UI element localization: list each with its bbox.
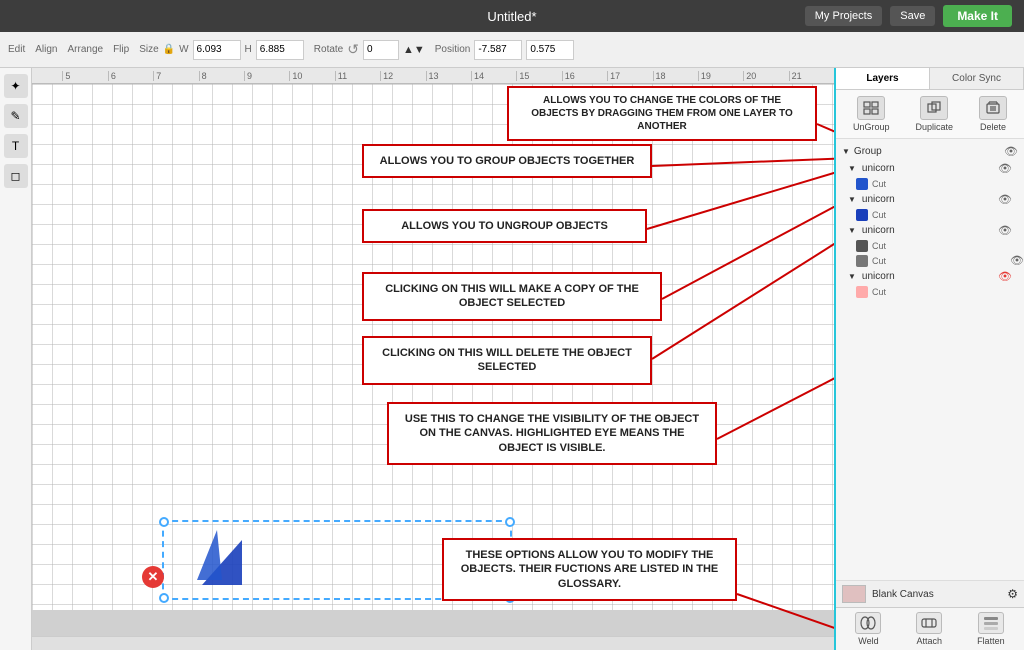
group-visibility-icon[interactable]: 👁 — [1004, 145, 1018, 158]
select-tool-icon[interactable]: ✦ — [4, 74, 28, 98]
canvas-label: Blank Canvas — [872, 589, 934, 600]
delete-icon — [979, 96, 1007, 120]
layer-sub-2: Cut — [836, 208, 1024, 222]
layer-list: ▼ Group 👁 ▼ unicorn 👁 Cut ▼ unicorn 👁 — [836, 139, 1024, 580]
bottom-action-row: Weld Attach — [836, 607, 1024, 650]
color-sync-tab[interactable]: Color Sync — [930, 68, 1024, 89]
height-input[interactable] — [256, 40, 304, 60]
delete-button[interactable]: Delete — [979, 96, 1007, 132]
selection-handle-tr[interactable] — [505, 517, 515, 527]
position-label: Position — [435, 44, 471, 55]
left-sidebar: ✦ ✎ T ◻ — [0, 68, 32, 650]
pos-x-input[interactable] — [474, 40, 522, 60]
app-title: Untitled* — [487, 9, 536, 24]
layer-visibility-icon-4[interactable]: 👁 — [998, 270, 1012, 283]
duplicate-icon — [920, 96, 948, 120]
annotation-group: ALLOWS YOU TO GROUP OBJECTS TOGETHER — [362, 144, 652, 178]
right-panel: Layers Color Sync UnGroup — [834, 68, 1024, 650]
weld-button[interactable]: Weld — [855, 612, 881, 646]
flip-label: Flip — [113, 44, 129, 55]
flatten-icon — [978, 612, 1004, 634]
layer-sub-1: Cut — [836, 177, 1024, 191]
annotation-delete: CLICKING ON THIS WILL DELETE THE OBJECT … — [362, 336, 652, 385]
annotation-colors-drag: ALLOWS YOU TO CHANGE THE COLORS OF THE O… — [507, 86, 817, 141]
canvas-settings-icon[interactable]: ⚙ — [1007, 587, 1018, 601]
toolbar: Edit Align Arrange Flip Size 🔒 W H Rotat… — [0, 32, 1024, 68]
arrange-label: Arrange — [67, 44, 103, 55]
layer-visibility-icon-3b[interactable]: 👁 — [1010, 254, 1024, 267]
list-item[interactable]: ▼ unicorn 👁 — [836, 268, 1024, 285]
layer-visibility-icon-1[interactable]: 👁 — [998, 162, 1012, 175]
annotation-visibility: USE THIS TO CHANGE THE VISIBILITY OF THE… — [387, 402, 717, 465]
rotate-label: Rotate — [314, 44, 343, 55]
canvas-label-row: Blank Canvas ⚙ — [836, 580, 1024, 607]
pos-y-input[interactable] — [526, 40, 574, 60]
list-item[interactable]: ▼ unicorn 👁 — [836, 191, 1024, 208]
panel-tabs: Layers Color Sync — [836, 68, 1024, 90]
width-label: W — [179, 44, 188, 55]
ungroup-icon — [857, 96, 885, 120]
layer-sub-4: Cut — [836, 285, 1024, 299]
save-button[interactable]: Save — [890, 6, 935, 26]
duplicate-button[interactable]: Duplicate — [915, 96, 953, 132]
ungroup-button[interactable]: UnGroup — [853, 96, 890, 132]
annotation-duplicate: CLICKING ON THIS WILL MAKE A COPY OF THE… — [362, 272, 662, 321]
layer-sub-3b: Cut 👁 — [836, 253, 1024, 268]
ruler: 5 6 7 8 9 10 11 12 13 14 15 16 17 18 19 … — [32, 68, 834, 84]
flatten-button[interactable]: Flatten — [977, 612, 1005, 646]
shape-tool-icon[interactable]: ◻ — [4, 164, 28, 188]
canvas-area: 5 6 7 8 9 10 11 12 13 14 15 16 17 18 19 … — [32, 68, 834, 650]
canvas-inner: ✕ ↺ ALLOWS YOU TO CHANGE THE COLORS OF T… — [32, 84, 834, 650]
attach-icon — [916, 612, 942, 634]
weld-icon — [855, 612, 881, 634]
action-row: UnGroup Duplicate — [836, 90, 1024, 139]
width-input[interactable] — [193, 40, 241, 60]
layer-visibility-icon-2[interactable]: 👁 — [998, 193, 1012, 206]
draw-tool-icon[interactable]: ✎ — [4, 104, 28, 128]
horizontal-scrollbar[interactable] — [32, 636, 834, 650]
make-it-button[interactable]: Make It — [943, 5, 1012, 27]
edit-label: Edit — [8, 44, 25, 55]
selection-handle-bl[interactable] — [159, 593, 169, 603]
list-item[interactable]: ▼ unicorn 👁 — [836, 222, 1024, 239]
annotation-modify: THESE OPTIONS ALLOW YOU TO MODIFY THE OB… — [442, 538, 737, 601]
layers-tab[interactable]: Layers — [836, 68, 930, 89]
attach-button[interactable]: Attach — [916, 612, 942, 646]
my-projects-button[interactable]: My Projects — [805, 6, 882, 26]
text-tool-icon[interactable]: T — [4, 134, 28, 158]
main-area: ✦ ✎ T ◻ 5 6 7 8 9 10 11 12 13 14 15 16 1… — [0, 68, 1024, 650]
size-label: Size — [139, 44, 158, 55]
layer-sub-3a: Cut — [836, 239, 1024, 253]
height-label: H — [245, 44, 252, 55]
align-label: Align — [35, 44, 57, 55]
top-bar: Untitled* My Projects Save Make It — [0, 0, 1024, 32]
selection-handle-tl[interactable] — [159, 517, 169, 527]
layer-visibility-icon-3[interactable]: 👁 — [998, 224, 1012, 237]
rotate-input[interactable] — [363, 40, 399, 60]
delete-object-button[interactable]: ✕ — [142, 566, 164, 588]
layer-group-header: ▼ Group 👁 — [836, 143, 1024, 160]
canvas-color-swatch — [842, 585, 866, 603]
list-item[interactable]: ▼ unicorn 👁 — [836, 160, 1024, 177]
annotation-ungroup: ALLOWS YOU TO UNGROUP OBJECTS — [362, 209, 647, 243]
